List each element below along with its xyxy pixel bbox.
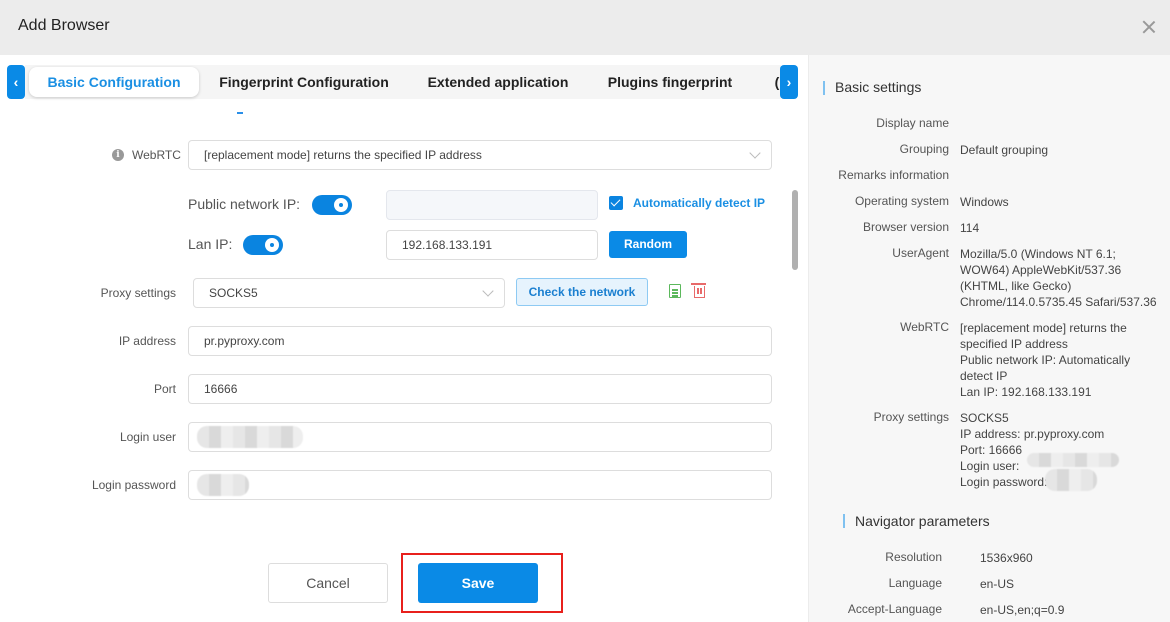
summary-value-line: Mozilla/5.0 (Windows NT 6.1; [960,247,1116,261]
summary-label: Display name [876,116,949,130]
section-marker [843,514,845,528]
tab-basic-configuration[interactable]: Basic Configuration [29,67,199,97]
login-password-label: Login password [91,478,176,492]
dialog-header: Add Browser [0,0,1170,55]
save-button[interactable]: Save [418,563,538,603]
port-label: Port [153,382,176,396]
webrtc-label: WebRTC [132,148,181,162]
auto-detect-label[interactable]: Automatically detect IP [633,196,765,210]
summary-value: en-US,en;q=0.9 [980,602,1170,618]
trash-icon[interactable] [691,283,706,298]
check-network-button[interactable]: Check the network [516,278,648,306]
summary-value-line: SOCKS5 [960,411,1009,425]
ip-address-label: IP address [118,334,176,348]
document-icon[interactable] [669,284,681,298]
dialog-title: Add Browser [18,17,110,34]
redacted-value [197,474,249,496]
login-user-label: Login user [119,430,176,444]
redacted-value [197,426,303,448]
scrolled-text-fragment [237,112,243,114]
summary-label: Operating system [854,194,949,208]
port-input[interactable]: 16666 [188,374,772,404]
auto-detect-checkbox[interactable] [609,196,623,210]
redacted-value [1027,453,1119,467]
basic-settings-title: Basic settings [835,79,922,95]
ip-address-input[interactable]: pr.pyproxy.com [188,326,772,356]
summary-label: Proxy settings [873,410,949,424]
summary-value: [replacement mode] returns the specified … [960,320,1160,400]
lan-ip-input[interactable]: 192.168.133.191 [386,230,598,260]
info-icon: i [112,149,124,161]
login-user-input[interactable] [188,422,772,452]
summary-label: UserAgent [892,246,949,260]
summary-value-line: 1536x960 [980,551,1033,565]
scrollbar-thumb[interactable] [792,190,798,270]
summary-value-line: Public network IP: Automatically [960,353,1131,367]
navigator-parameters-title: Navigator parameters [855,513,990,529]
proxy-type-value: SOCKS5 [209,286,258,300]
summary-value: Windows [960,194,1160,210]
lan-ip-toggle[interactable] [243,235,283,255]
config-panel: ‹ Basic Configuration Fingerprint Config… [0,55,808,622]
summary-value-line: Chrome/114.0.5735.45 Safari/537.36 [960,295,1157,309]
summary-value: Default grouping [960,142,1160,158]
summary-label: Resolution [885,550,942,564]
summary-value-line: en-US [980,577,1015,591]
summary-value: Mozilla/5.0 (Windows NT 6.1; WOW64) Apple… [960,246,1160,310]
tab-plugins-fingerprint[interactable]: Plugins fingerprint [603,67,737,97]
summary-label: Language [888,576,942,590]
tab-bar: Basic Configuration Fingerprint Configur… [25,65,781,99]
random-button[interactable]: Random [609,231,687,258]
public-ip-input[interactable] [386,190,598,220]
summary-value-line: WOW64) AppleWebKit/537.36 [960,263,1122,277]
login-password-input[interactable] [188,470,772,500]
tab-fingerprint-configuration[interactable]: Fingerprint Configuration [215,67,393,97]
summary-value: en-US [980,576,1170,592]
summary-label: Remarks information [838,168,949,182]
summary-value-line: (KHTML, like Gecko) [960,279,1072,293]
redacted-value [1045,469,1097,491]
summary-label: Accept-Language [847,602,942,616]
close-icon[interactable] [1141,19,1157,35]
tab-extended-application[interactable]: Extended application [423,67,573,97]
summary-value: 1536x960 [980,550,1170,566]
summary-value-line: Windows [960,195,1009,209]
summary-value-line: Lan IP: 192.168.133.191 [960,385,1092,399]
summary-label: Grouping [899,142,949,156]
summary-label: Browser version [862,220,949,234]
summary-value-line: Default grouping [960,143,1049,157]
proxy-type-select[interactable]: SOCKS5 [193,278,505,308]
summary-value-line: detect IP [960,369,1008,383]
public-ip-toggle[interactable] [312,195,352,215]
summary-panel: Basic settings Display name Grouping Defau… [808,55,1170,622]
tab-next-button[interactable]: › [780,65,798,99]
summary-value-line: specified IP address [960,337,1068,351]
chevron-down-icon [482,285,494,297]
webrtc-select[interactable]: [replacement mode] returns the specified… [188,140,772,170]
lan-ip-label: Lan IP: [188,236,233,252]
tab-prev-button[interactable]: ‹ [7,65,25,99]
summary-value-line: [replacement mode] returns the [960,321,1127,335]
proxy-settings-label: Proxy settings [100,286,176,300]
section-marker [823,81,825,95]
chevron-down-icon [749,147,761,159]
summary-value-line: IP address: pr.pyproxy.com [960,427,1105,441]
cancel-button[interactable]: Cancel [268,563,388,603]
summary-value: 114 [960,220,1160,236]
summary-value-line: en-US,en;q=0.9 [980,603,1065,617]
summary-value-line: 114 [960,221,980,235]
summary-label: WebRTC [900,320,949,334]
public-ip-label: Public network IP: [188,196,301,212]
webrtc-select-value: [replacement mode] returns the specified… [204,148,482,162]
